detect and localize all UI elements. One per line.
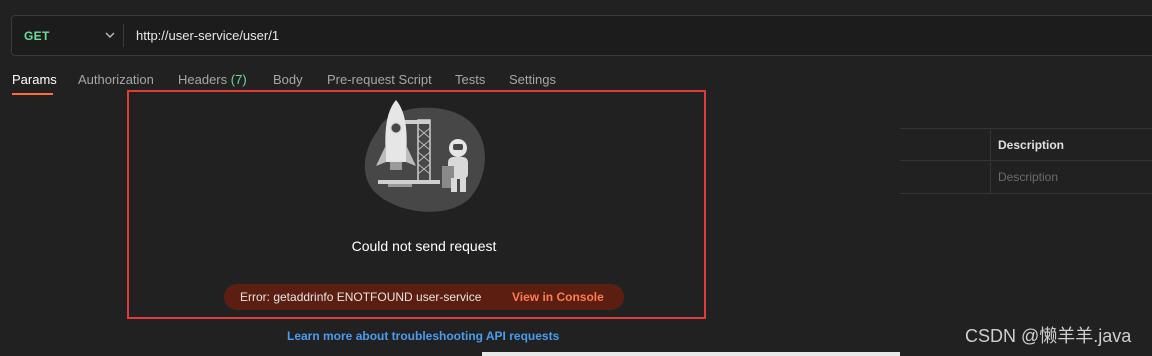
chevron-down-icon (105, 32, 115, 38)
bottom-strip (482, 352, 900, 356)
method-divider (123, 24, 124, 47)
error-message-banner: Error: getaddrinfo ENOTFOUND user-servic… (224, 284, 624, 310)
tab-headers[interactable]: Headers (7) (178, 72, 247, 87)
error-message: Error: getaddrinfo ENOTFOUND user-servic… (240, 290, 482, 304)
view-in-console-link[interactable]: View in Console (512, 290, 604, 304)
tab-body[interactable]: Body (273, 72, 303, 87)
column-separator (990, 128, 991, 194)
method-select[interactable]: GET (12, 16, 123, 55)
tab-pre-request-script[interactable]: Pre-request Script (327, 72, 432, 87)
tab-tests[interactable]: Tests (455, 72, 485, 87)
error-title: Could not send request (351, 238, 497, 254)
tab-settings[interactable]: Settings (509, 72, 556, 87)
description-input[interactable]: Description (998, 170, 1058, 184)
request-url-bar: GET http://user-service/user/1 (11, 15, 1152, 56)
watermark-text: CSDN @懒羊羊.java (965, 326, 1132, 346)
active-tab-indicator (12, 93, 53, 95)
tab-headers-label: Headers (178, 72, 228, 87)
headers-count-badge: (7) (230, 72, 247, 87)
tab-authorization[interactable]: Authorization (78, 72, 154, 87)
learn-more-link[interactable]: Learn more about troubleshooting API req… (287, 329, 559, 343)
method-label: GET (24, 28, 50, 43)
description-column-header: Description (998, 138, 1065, 152)
tab-params[interactable]: Params (12, 72, 57, 87)
url-input[interactable]: http://user-service/user/1 (136, 28, 279, 43)
